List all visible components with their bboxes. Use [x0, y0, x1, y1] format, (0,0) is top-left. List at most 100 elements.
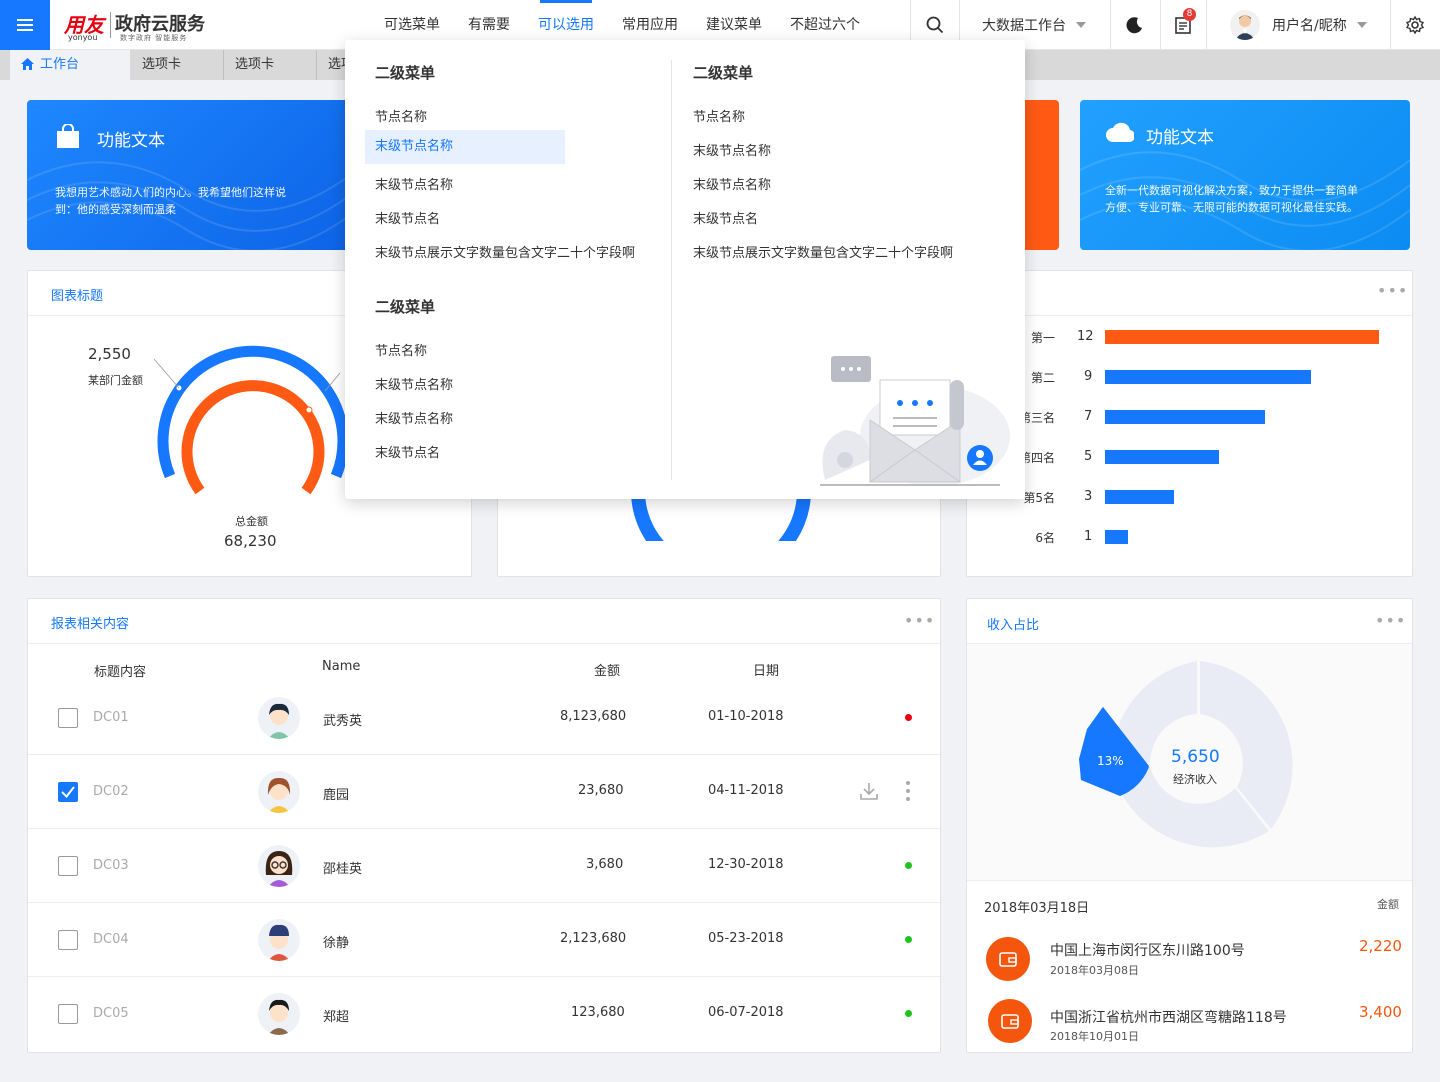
rank-bar	[1105, 490, 1174, 504]
more-vertical-icon[interactable]	[904, 779, 912, 803]
row-amount: 8,123,680	[560, 709, 627, 724]
rank-bar	[1105, 410, 1265, 424]
row-amount: 123,680	[571, 1005, 625, 1020]
status-dot	[905, 862, 912, 869]
menu-group-title: 二级菜单	[375, 64, 436, 82]
gauge-chart	[153, 345, 349, 495]
rank-value: 9	[1084, 369, 1093, 384]
avatar	[258, 919, 300, 961]
table-row[interactable]: DC04 徐静 2,123,680 05-23-2018	[28, 903, 940, 977]
rank-value: 3	[1084, 489, 1093, 504]
col-header-amount: 金额	[594, 664, 621, 679]
menu-item[interactable]: 末级节点名称	[693, 174, 771, 193]
menu-item[interactable]: 末级节点名	[375, 442, 440, 461]
col-header-name: Name	[322, 659, 361, 674]
report-card: 报表相关内容 ••• 标题内容 Name 金额 日期 DC01 武秀英 8,12…	[27, 598, 941, 1053]
table-row[interactable]: DC03 邵桂英 3,680 12-30-2018	[28, 829, 940, 903]
income-card: 收入占比 ••• 13% 5,650 经济收入 2018年03月18日 金额 中…	[966, 598, 1413, 1053]
rank-label: 6名	[1035, 531, 1055, 545]
list-item-amount: 2,220	[1359, 937, 1402, 955]
notification-icon[interactable]	[1160, 0, 1206, 50]
rank-value: 1	[1084, 529, 1093, 544]
list-item-title: 中国上海市闵行区东川路100号	[1050, 943, 1245, 959]
menu-item[interactable]: 末级节点名	[693, 208, 758, 227]
row-amount: 3,680	[586, 857, 624, 872]
brand-logo-text: 用友	[64, 13, 104, 37]
row-checkbox[interactable]	[58, 708, 78, 728]
rank-bar	[1105, 370, 1311, 384]
banner-title: 功能文本	[97, 131, 165, 151]
menu-item[interactable]: 末级节点名称	[375, 408, 453, 427]
row-amount: 23,680	[578, 783, 624, 798]
rank-label: 第一	[1030, 331, 1055, 345]
rank-label: 第二	[1030, 371, 1055, 385]
rank-label: 第5名	[1023, 491, 1055, 505]
menu-item[interactable]: 末级节点名	[375, 208, 440, 227]
list-item-amount: 3,400	[1359, 1003, 1402, 1021]
dept-value: 2,550	[88, 345, 131, 363]
row-date: 01-10-2018	[708, 709, 784, 724]
row-name: 郑超	[323, 1010, 350, 1025]
menu-item[interactable]: 末级节点展示文字数量包含文字二十个字段啊	[693, 242, 953, 261]
notification-badge: 8	[1183, 8, 1196, 21]
more-icon[interactable]: •••	[1377, 281, 1408, 300]
list-date: 2018年03月18日	[984, 901, 1090, 916]
menu-item[interactable]: 末级节点名称	[375, 174, 453, 193]
banner-desc-line1: 我想用艺术感动人们的内心。我希望他们这样说	[55, 186, 286, 199]
rank-value: 7	[1084, 409, 1093, 424]
row-date: 06-07-2018	[708, 1005, 784, 1020]
rank-value: 12	[1077, 329, 1094, 344]
more-icon[interactable]: •••	[904, 611, 935, 630]
list-item-title: 中国浙江省杭州市西湖区弯糖路118号	[1050, 1010, 1287, 1026]
workspace-label: 大数据工作台	[982, 18, 1066, 34]
banner-title: 功能文本	[1146, 128, 1214, 148]
banner-desc-line2: 到：他的感受深刻而温柔	[55, 203, 176, 216]
card-title: 报表相关内容	[51, 617, 130, 632]
menu-item[interactable]: 节点名称	[693, 106, 745, 125]
row-date: 04-11-2018	[708, 783, 784, 798]
col-header-date: 日期	[753, 664, 780, 679]
row-checkbox[interactable]	[58, 856, 78, 876]
menu-item[interactable]: 节点名称	[375, 340, 427, 359]
menu-icon[interactable]	[0, 0, 50, 50]
card-title: 收入占比	[987, 618, 1040, 633]
col-header-title: 标题内容	[94, 665, 147, 680]
table-row[interactable]: DC01 武秀英 8,123,680 01-10-2018	[28, 681, 940, 755]
dark-mode-icon[interactable]	[1110, 0, 1160, 50]
mail-illustration	[820, 356, 1010, 486]
row-amount: 2,123,680	[560, 931, 627, 946]
table-row[interactable]: DC02 鹿园 23,680 04-11-2018	[28, 755, 940, 829]
menu-item[interactable]: 末级节点名称	[693, 140, 771, 159]
menu-item-selected[interactable]: 末级节点名称	[365, 130, 565, 164]
gear-icon[interactable]	[1390, 0, 1440, 50]
tab-1[interactable]: 选项卡	[130, 50, 223, 80]
menu-item[interactable]: 末级节点名称	[375, 374, 453, 393]
menu-item[interactable]: 末级节点展示文字数量包含文字二十个字段啊	[375, 242, 635, 261]
status-dot	[905, 1010, 912, 1017]
home-icon	[21, 58, 34, 70]
rank-bar	[1105, 530, 1128, 544]
row-checkbox[interactable]	[58, 1004, 78, 1024]
menu-item[interactable]: 节点名称	[375, 106, 427, 125]
total-label: 总金额	[235, 515, 268, 528]
feature-banner-2[interactable]: 功能文本 全新一代数据可视化解决方案，致力于提供一套简单 方便、专业可靠、无限可…	[1080, 100, 1410, 250]
row-checkbox[interactable]	[58, 782, 78, 802]
tab-home-label: 工作台	[40, 57, 80, 72]
tab-2[interactable]: 选项卡	[223, 50, 316, 80]
row-name: 武秀英	[323, 714, 363, 729]
more-icon[interactable]: •••	[1375, 611, 1406, 630]
wallet-icon	[986, 937, 1030, 981]
rank-value: 5	[1084, 449, 1093, 464]
download-icon[interactable]	[858, 780, 880, 802]
feature-banner-1[interactable]: 功能文本 我想用艺术感动人们的内心。我希望他们这样说 到：他的感受深刻而温柔	[27, 100, 357, 250]
dept-label: 某部门金额	[88, 374, 143, 387]
user-menu[interactable]: 用户名/昵称	[1230, 0, 1367, 50]
tab-home[interactable]: 工作台	[10, 50, 130, 80]
row-code: DC02	[93, 784, 129, 799]
table-row[interactable]: DC05 郑超 123,680 06-07-2018	[28, 977, 940, 1051]
row-checkbox[interactable]	[58, 930, 78, 950]
center-label: 经济收入	[1173, 773, 1217, 786]
slogan: 数字政府 智能服务	[120, 34, 188, 42]
brand-sub-text: yonyou	[68, 33, 98, 42]
card-title: 图表标题	[51, 289, 104, 304]
